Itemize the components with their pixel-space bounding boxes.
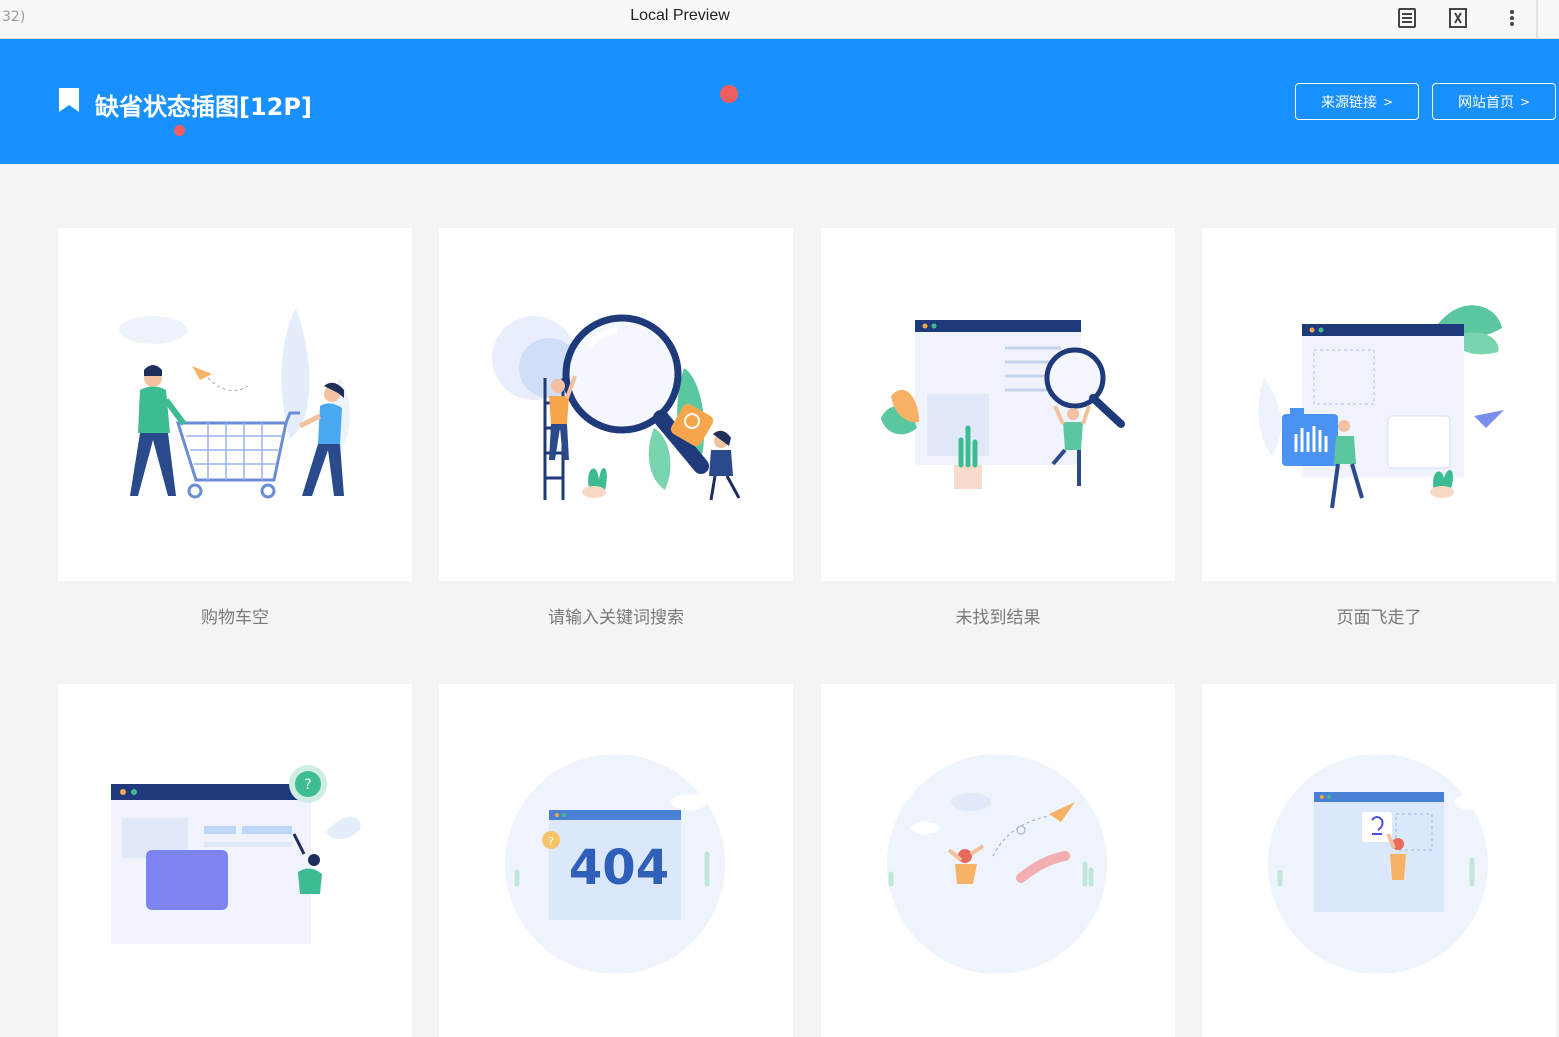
page-header: 缺省状态插图[12P] 来源链接 > 网站首页 > xyxy=(0,39,1559,164)
card-caption: 页面飞走了 xyxy=(1336,608,1422,628)
paper-plane-illustration xyxy=(887,754,1107,974)
window-title: Local Preview xyxy=(630,7,730,24)
page-title: 缺省状态插图[12P] xyxy=(95,93,312,121)
cursor-dot xyxy=(174,125,185,136)
card-caption: 请输入关键词搜索 xyxy=(548,608,684,628)
svg-text:?: ? xyxy=(304,777,311,793)
titlebar-divider xyxy=(1536,0,1538,39)
illustration-card[interactable] xyxy=(1202,684,1556,1037)
illustration-card[interactable] xyxy=(821,684,1175,1037)
home-link-label: 网站首页 xyxy=(1457,94,1514,111)
bookmark-icon xyxy=(59,88,79,112)
illustration-card[interactable] xyxy=(1202,228,1556,581)
search-keyword-illustration xyxy=(492,314,741,501)
illustration-card[interactable]: ? 404 xyxy=(439,684,793,1037)
formula-icon[interactable] xyxy=(1446,6,1470,30)
illustration-card[interactable] xyxy=(821,228,1175,581)
home-link-button[interactable]: 网站首页 > xyxy=(1432,83,1556,120)
illustration-card[interactable]: ? xyxy=(58,684,412,1037)
svg-text:?: ? xyxy=(548,835,554,848)
reader-icon[interactable] xyxy=(1395,6,1419,30)
card-caption: 未找到结果 xyxy=(955,608,1041,628)
more-vert-icon[interactable] xyxy=(1500,6,1524,30)
card-caption: 购物车空 xyxy=(201,608,269,628)
page-flew-away-illustration xyxy=(1258,305,1504,509)
help-page-illustration: ? xyxy=(111,765,361,944)
source-link-label: 来源链接 xyxy=(1320,94,1377,111)
idea-page-illustration xyxy=(1268,754,1490,974)
404-illustration: ? 404 xyxy=(505,754,725,974)
cursor-dot xyxy=(720,85,738,103)
illustration-card[interactable] xyxy=(58,228,412,581)
chevron-right-icon: > xyxy=(1382,94,1394,109)
empty-cart-illustration xyxy=(119,308,351,499)
source-link-button[interactable]: 来源链接 > xyxy=(1295,83,1419,120)
illustration-card[interactable] xyxy=(439,228,793,581)
chevron-right-icon: > xyxy=(1519,94,1531,109)
no-result-illustration xyxy=(881,320,1125,489)
svg-text:404: 404 xyxy=(569,840,669,896)
window-titlebar: 32) Local Preview xyxy=(0,0,1559,39)
